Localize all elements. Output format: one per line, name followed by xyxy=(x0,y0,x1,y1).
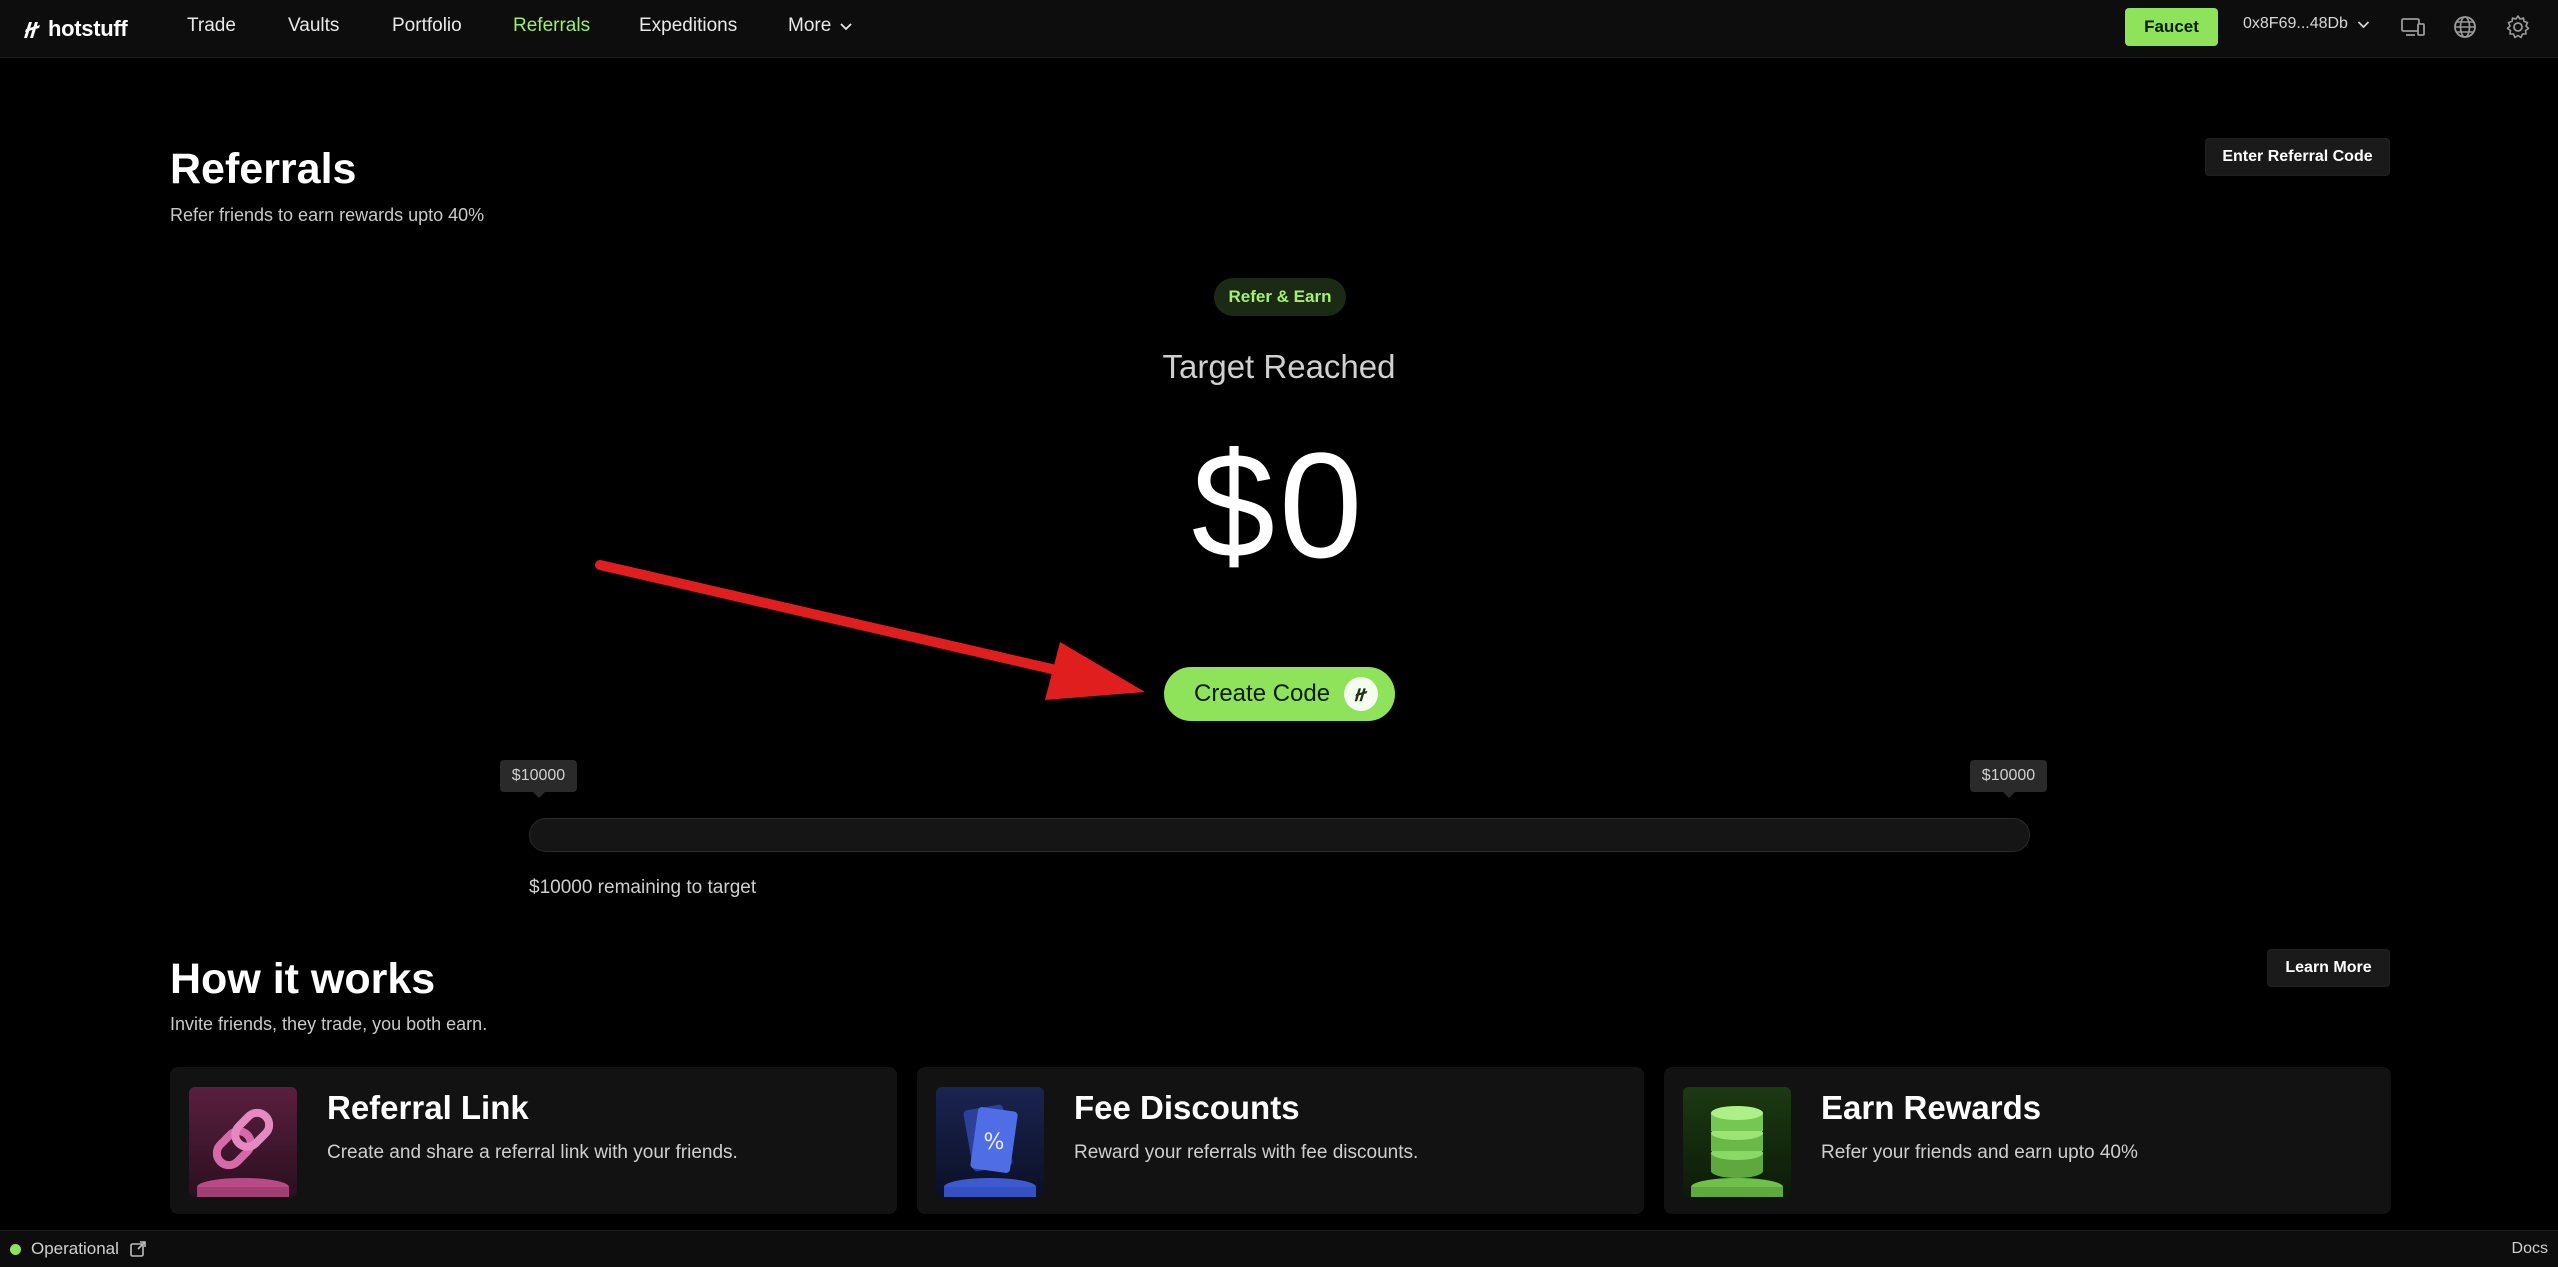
discount-ticket-icon: % xyxy=(936,1087,1044,1197)
status-indicator[interactable]: Operational xyxy=(10,1239,147,1259)
remaining-to-target: $10000 remaining to target xyxy=(529,877,757,898)
refer-earn-badge: Refer & Earn xyxy=(1214,278,1346,316)
fee-discounts-card: % Fee Discounts Reward your referrals wi… xyxy=(917,1067,1644,1214)
status-dot xyxy=(10,1243,21,1255)
nav-portfolio[interactable]: Portfolio xyxy=(392,14,462,38)
referral-link-card: Referral Link Create and share a referra… xyxy=(170,1067,897,1214)
coin-stack-icon xyxy=(1683,1087,1791,1197)
enter-referral-code-button[interactable]: Enter Referral Code xyxy=(2205,138,2390,176)
nav-more-label: More xyxy=(788,15,832,36)
target-label: Target Reached xyxy=(1162,348,1396,385)
earn-rewards-card: Earn Rewards Refer your friends and earn… xyxy=(1664,1067,2391,1214)
nav-expeditions[interactable]: Expeditions xyxy=(639,14,737,38)
gear-icon[interactable] xyxy=(2503,12,2533,42)
progress-bar xyxy=(529,818,2030,852)
card-description: Create and share a referral link with yo… xyxy=(327,1142,738,1163)
annotation-arrow xyxy=(595,560,1145,700)
how-it-works-subtitle: Invite friends, they trade, you both ear… xyxy=(170,1014,488,1034)
card-description: Refer your friends and earn upto 40% xyxy=(1821,1142,2138,1163)
card-description: Reward your referrals with fee discounts… xyxy=(1074,1142,1419,1163)
status-text: Operational xyxy=(31,1239,119,1258)
top-navigation: hotstuff Trade Vaults Portfolio Referral… xyxy=(0,0,2558,58)
create-code-label: Create Code xyxy=(1194,680,1331,707)
external-link-icon xyxy=(130,1241,146,1257)
chain-link-icon xyxy=(189,1087,297,1197)
progress-target-tag: $10000 xyxy=(1970,760,2047,798)
docs-link[interactable]: Docs xyxy=(2512,1240,2548,1258)
footer: Operational Docs xyxy=(0,1230,2558,1267)
svg-text:%: % xyxy=(984,1130,1005,1155)
how-it-works-title: How it works xyxy=(170,955,436,1003)
logo-text: hotstuff xyxy=(48,16,128,41)
progress-start-tag: $10000 xyxy=(500,760,577,798)
wallet-dropdown[interactable]: 0x8F69...48Db xyxy=(2243,15,2370,33)
globe-icon[interactable] xyxy=(2450,12,2480,42)
create-code-button[interactable]: Create Code xyxy=(1164,667,1395,721)
chevron-down-icon xyxy=(2357,20,2370,28)
card-title: Referral Link xyxy=(327,1089,529,1126)
hotstuff-logo-icon xyxy=(24,22,40,38)
page-title: Referrals xyxy=(170,145,357,193)
logo[interactable]: hotstuff xyxy=(21,13,128,45)
chevron-down-icon xyxy=(840,23,852,31)
hotstuff-logo-icon xyxy=(1344,677,1379,711)
page-subtitle: Refer friends to earn rewards upto 40% xyxy=(170,205,485,225)
app-root: hotstuff Trade Vaults Portfolio Referral… xyxy=(0,0,2558,1267)
nav-more[interactable]: More xyxy=(788,14,853,38)
nav-trade[interactable]: Trade xyxy=(187,14,236,38)
card-title: Earn Rewards xyxy=(1821,1089,2042,1126)
learn-more-button[interactable]: Learn More xyxy=(2267,949,2390,987)
nav-vaults[interactable]: Vaults xyxy=(288,14,339,38)
nav-referrals[interactable]: Referrals xyxy=(513,14,590,38)
devices-icon[interactable] xyxy=(2398,12,2428,42)
earned-amount: $0 xyxy=(1191,421,1367,589)
wallet-address: 0x8F69...48Db xyxy=(2243,15,2348,32)
card-title: Fee Discounts xyxy=(1074,1089,1300,1126)
faucet-button[interactable]: Faucet xyxy=(2125,8,2218,46)
